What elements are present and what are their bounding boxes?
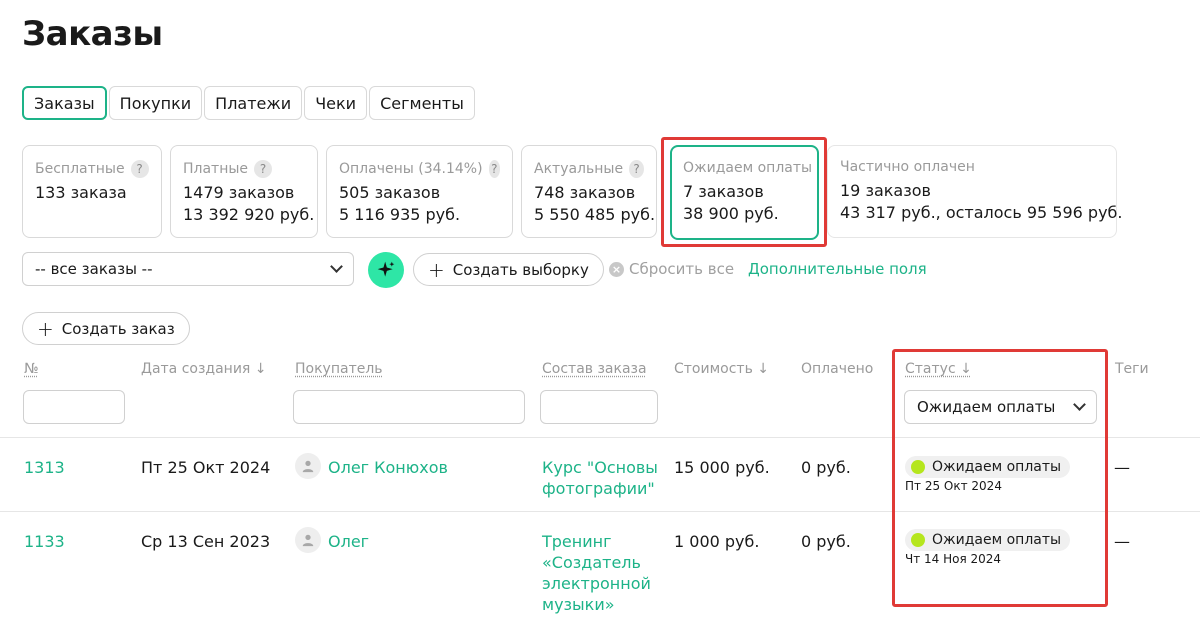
buyer-filter-input[interactable] bbox=[293, 390, 525, 424]
order-price: 15 000 руб. bbox=[674, 458, 770, 477]
card-title: Бесплатные bbox=[35, 161, 125, 177]
create-order-button[interactable]: + Создать заказ bbox=[22, 312, 190, 345]
status-badge: Ожидаем оплаты bbox=[905, 529, 1071, 551]
card-partially-paid[interactable]: Частично оплачен 19 заказов 43 317 руб.,… bbox=[827, 145, 1123, 238]
plus-icon: + bbox=[37, 316, 54, 341]
help-icon[interactable]: ? bbox=[629, 160, 644, 178]
order-id-link[interactable]: 1133 bbox=[24, 531, 65, 552]
tab-segments[interactable]: Сегменты bbox=[369, 86, 475, 120]
highlight-frame bbox=[892, 349, 1108, 607]
create-selection-label: Создать выборку bbox=[452, 260, 589, 279]
composition-link[interactable]: Курс "Основы фотографии" bbox=[542, 457, 664, 499]
card-count: 748 заказов bbox=[534, 183, 636, 202]
avatar bbox=[295, 453, 321, 479]
status-badge: Ожидаем оплаты bbox=[905, 456, 1071, 478]
tabs: Заказы Покупки Платежи Чеки Сегменты bbox=[22, 86, 475, 120]
card-paid[interactable]: Оплачены (34.14%)? 505 заказов 5 116 935… bbox=[326, 145, 513, 238]
order-tags: — bbox=[1114, 458, 1130, 477]
card-title: Актуальные bbox=[534, 161, 624, 177]
divider bbox=[0, 437, 1200, 438]
chevron-down-icon bbox=[1073, 398, 1086, 411]
number-filter-input[interactable] bbox=[23, 390, 125, 424]
composition-filter-input[interactable] bbox=[540, 390, 658, 424]
status-dot-icon bbox=[911, 533, 925, 547]
plus-icon: + bbox=[428, 257, 445, 282]
status-label: Ожидаем оплаты bbox=[932, 532, 1062, 548]
card-sum: 5 116 935 руб. bbox=[339, 205, 461, 224]
status-filter-value: Ожидаем оплаты bbox=[917, 398, 1056, 416]
order-tags: — bbox=[1114, 532, 1130, 551]
order-id-link[interactable]: 1313 bbox=[24, 457, 65, 478]
divider bbox=[0, 511, 1200, 512]
status-date: Пт 25 Окт 2024 bbox=[905, 479, 1002, 493]
card-count: 505 заказов bbox=[339, 183, 441, 202]
card-count: 7 заказов bbox=[683, 182, 764, 201]
order-date: Ср 13 Сен 2023 bbox=[141, 532, 271, 551]
card-sum: 5 550 485 руб. bbox=[534, 205, 656, 224]
header-paid: Оплачено bbox=[801, 361, 874, 377]
card-free[interactable]: Бесплатные? 133 заказа bbox=[22, 145, 162, 238]
card-title: Оплачены (34.14%) bbox=[339, 161, 483, 177]
help-icon[interactable]: ? bbox=[488, 160, 500, 178]
extra-fields-link[interactable]: Дополнительные поля bbox=[748, 260, 927, 278]
card-paid-type[interactable]: Платные? 1479 заказов 13 392 920 руб. bbox=[170, 145, 318, 238]
order-paid: 0 руб. bbox=[801, 458, 851, 477]
tab-receipts[interactable]: Чеки bbox=[304, 86, 368, 120]
ai-sparkle-button[interactable] bbox=[368, 252, 404, 288]
sparkle-icon bbox=[377, 261, 395, 277]
reset-all-button[interactable]: × Сбросить все bbox=[609, 260, 734, 278]
header-buyer[interactable]: Покупатель bbox=[295, 361, 383, 377]
tab-orders[interactable]: Заказы bbox=[22, 86, 107, 120]
status-filter-select[interactable]: Ожидаем оплаты bbox=[904, 390, 1097, 424]
status-date: Чт 14 Ноя 2024 bbox=[905, 552, 1002, 566]
create-selection-button[interactable]: + Создать выборку bbox=[413, 253, 604, 286]
card-actual[interactable]: Актуальные? 748 заказов 5 550 485 руб. bbox=[521, 145, 657, 238]
header-number[interactable]: № bbox=[24, 361, 39, 377]
page-title: Заказы bbox=[22, 14, 163, 54]
card-sum: 43 317 руб., осталось 95 596 руб. bbox=[840, 203, 1123, 222]
card-count: 19 заказов bbox=[840, 181, 931, 200]
close-icon: × bbox=[609, 261, 624, 277]
avatar bbox=[295, 527, 321, 553]
reset-all-label: Сбросить все bbox=[629, 260, 735, 278]
header-price[interactable]: Стоимость ↓ bbox=[674, 361, 769, 377]
help-icon[interactable]: ? bbox=[254, 160, 273, 178]
card-count: 1479 заказов bbox=[183, 183, 295, 202]
header-created[interactable]: Дата создания ↓ bbox=[141, 361, 267, 377]
tab-purchases[interactable]: Покупки bbox=[108, 86, 203, 120]
header-status[interactable]: Статус ↓ bbox=[905, 361, 972, 377]
user-icon bbox=[302, 460, 314, 473]
order-paid: 0 руб. bbox=[801, 532, 851, 551]
order-date: Пт 25 Окт 2024 bbox=[141, 458, 271, 477]
segment-select-value: -- все заказы -- bbox=[35, 260, 153, 278]
card-title: Платные bbox=[183, 161, 249, 177]
card-title: Ожидаем оплаты bbox=[683, 160, 813, 176]
card-sum: 13 392 920 руб. bbox=[183, 205, 315, 224]
composition-link[interactable]: Тренинг «Создатель электронной музыки» bbox=[542, 531, 660, 615]
card-sum: 38 900 руб. bbox=[683, 204, 779, 223]
order-price: 1 000 руб. bbox=[674, 532, 760, 551]
buyer-link[interactable]: Олег Конюхов bbox=[328, 457, 448, 478]
buyer-link[interactable]: Олег bbox=[328, 531, 369, 552]
card-count: 133 заказа bbox=[35, 183, 127, 202]
chevron-down-icon bbox=[330, 260, 343, 273]
tab-payments[interactable]: Платежи bbox=[204, 86, 303, 120]
status-dot-icon bbox=[911, 460, 925, 474]
header-tags: Теги bbox=[1115, 361, 1149, 377]
user-icon bbox=[302, 534, 314, 547]
status-label: Ожидаем оплаты bbox=[932, 459, 1062, 475]
card-awaiting-payment[interactable]: Ожидаем оплаты 7 заказов 38 900 руб. bbox=[670, 145, 819, 240]
help-icon[interactable]: ? bbox=[130, 160, 149, 178]
card-title: Частично оплачен bbox=[840, 159, 975, 175]
segment-select[interactable]: -- все заказы -- bbox=[22, 252, 354, 286]
create-order-label: Создать заказ bbox=[61, 319, 175, 338]
header-composition[interactable]: Состав заказа bbox=[542, 361, 647, 377]
